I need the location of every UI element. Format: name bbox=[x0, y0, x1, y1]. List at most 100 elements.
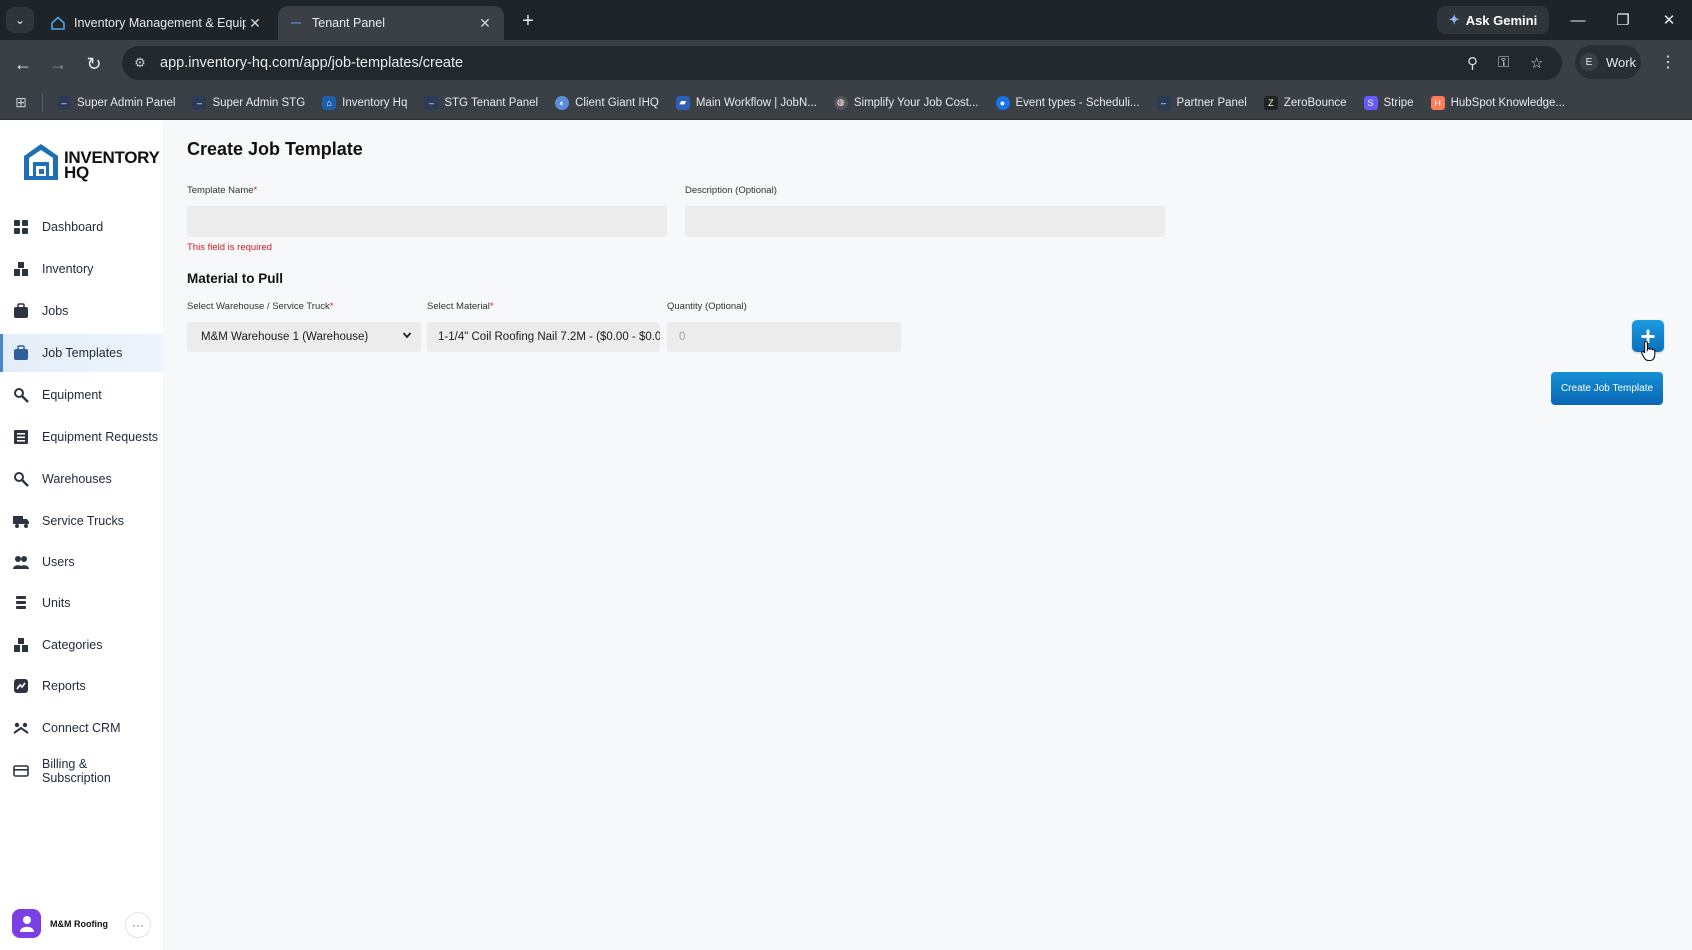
sidebar-item-label: Service Trucks bbox=[42, 514, 124, 528]
ask-gemini-label: Ask Gemini bbox=[1465, 12, 1538, 28]
bookmark-item[interactable]: ◍ Simplify Your Job Cost... bbox=[833, 95, 979, 110]
bookmark-item[interactable]: – Super Admin Panel bbox=[57, 95, 175, 110]
omnibox[interactable]: ⚙ app.inventory-hq.com/app/job-templates… bbox=[122, 46, 1562, 80]
sidebar-item-label: Equipment Requests bbox=[42, 430, 159, 444]
quantity-label: Quantity (Optional) bbox=[667, 301, 747, 312]
warehouse-select[interactable]: M&M Warehouse 1 (Warehouse) bbox=[187, 322, 421, 352]
bookmark-item[interactable]: H HubSpot Knowledge... bbox=[1430, 95, 1565, 110]
bookmark-item[interactable]: Z ZeroBounce bbox=[1263, 95, 1347, 110]
reload-icon[interactable]: ↻ bbox=[82, 52, 106, 76]
bookmarks-bar: ⊞ – Super Admin Panel – Super Admin STG ⌂ I… bbox=[0, 86, 1692, 120]
warehouse-select-label: Select Warehouse / Service Truck* bbox=[187, 301, 334, 312]
sidebar-item-billing[interactable]: Billing & Subscription bbox=[0, 751, 163, 791]
sidebar-item-units[interactable]: Units bbox=[0, 584, 163, 622]
sidebar-item-label: Job Templates bbox=[42, 346, 123, 360]
requests-icon bbox=[12, 428, 30, 446]
apps-grid-icon[interactable]: ⊞ bbox=[12, 94, 30, 112]
restore-icon[interactable]: ❐ bbox=[1611, 10, 1635, 30]
dash-icon bbox=[288, 15, 304, 31]
sidebar-item-inventory[interactable]: Inventory bbox=[0, 250, 163, 288]
browser-tab-inventory[interactable]: Inventory Management & Equipm ✕ bbox=[40, 6, 274, 40]
user-name: M&M Roofing bbox=[50, 918, 108, 929]
bookmark-item[interactable]: S Stripe bbox=[1363, 95, 1414, 110]
new-tab-button[interactable]: + bbox=[516, 10, 540, 32]
sidebar-item-label: Units bbox=[42, 596, 71, 610]
sidebar-item-reports[interactable]: Reports bbox=[0, 667, 163, 705]
sidebar-item-equipment[interactable]: Equipment bbox=[0, 376, 163, 414]
sidebar-item-dashboard[interactable]: Dashboard bbox=[0, 208, 163, 246]
close-icon[interactable]: ✕ bbox=[476, 14, 494, 32]
close-window-icon[interactable]: ✕ bbox=[1657, 10, 1681, 30]
bookmark-item[interactable]: ⌂ Inventory Hq bbox=[322, 95, 407, 110]
dashboard-icon bbox=[12, 218, 30, 236]
forward-icon[interactable]: → bbox=[46, 52, 70, 76]
template-name-input[interactable] bbox=[187, 206, 667, 237]
url-text[interactable]: app.inventory-hq.com/app/job-templates/c… bbox=[160, 55, 463, 71]
sidebar-item-categories[interactable]: Categories bbox=[0, 626, 163, 664]
categories-icon bbox=[12, 636, 30, 654]
sparkle-icon: ✦ bbox=[1448, 12, 1460, 27]
sidebar-item-job-templates[interactable]: Job Templates bbox=[0, 334, 163, 372]
warehouse-icon bbox=[12, 470, 30, 488]
globe-icon: ◍ bbox=[833, 95, 848, 110]
create-job-template-button[interactable]: Create Job Template bbox=[1551, 372, 1663, 405]
house-icon bbox=[50, 15, 66, 31]
warehouse-select-value: M&M Warehouse 1 (Warehouse) bbox=[201, 331, 369, 343]
sidebar-item-jobs[interactable]: Jobs bbox=[0, 292, 163, 330]
user-account[interactable]: M&M Roofing bbox=[12, 909, 108, 938]
bookmark-item[interactable]: ◐ Client Giant IHQ bbox=[555, 95, 659, 110]
zoom-icon[interactable]: ⚲ bbox=[1467, 54, 1478, 72]
bookmark-item[interactable]: – Partner Panel bbox=[1156, 95, 1247, 110]
browser-tab-tenant-panel[interactable]: Tenant Panel ✕ bbox=[278, 6, 504, 40]
site-info-icon[interactable]: ⚙ bbox=[126, 49, 154, 77]
bookmark-favicon: Z bbox=[1263, 95, 1278, 110]
star-icon[interactable]: ☆ bbox=[1530, 54, 1543, 72]
bookmark-favicon: – bbox=[192, 95, 207, 110]
bookmark-item[interactable]: – Super Admin STG bbox=[192, 95, 305, 110]
briefcase-icon bbox=[12, 302, 30, 320]
inventory-icon bbox=[12, 260, 30, 278]
bookmark-favicon: H bbox=[1430, 95, 1445, 110]
bookmark-item[interactable]: ▰ Main Workflow | JobN... bbox=[675, 95, 817, 110]
description-input[interactable] bbox=[685, 206, 1165, 237]
bookmark-item[interactable]: – STG Tenant Panel bbox=[424, 95, 538, 110]
sidebar-item-warehouses[interactable]: Warehouses bbox=[0, 460, 163, 498]
app-logo[interactable]: INVENTORY HQ bbox=[22, 142, 160, 187]
users-icon bbox=[12, 553, 30, 571]
quantity-input[interactable]: 0 bbox=[667, 322, 901, 352]
browser-menu-icon[interactable]: ⋮ bbox=[1660, 52, 1676, 72]
hand-cursor-icon bbox=[1640, 340, 1658, 362]
sidebar-item-service-trucks[interactable]: Service Trucks bbox=[0, 502, 163, 540]
sidebar-item-connect-crm[interactable]: Connect CRM bbox=[0, 709, 163, 747]
key-icon[interactable]: ⚿ bbox=[1498, 54, 1509, 71]
ask-gemini-button[interactable]: ✦ Ask Gemini bbox=[1437, 6, 1549, 34]
bookmark-item[interactable]: ● Event types - Scheduli... bbox=[995, 95, 1140, 110]
equipment-icon bbox=[12, 386, 30, 404]
template-name-error: This field is required bbox=[187, 242, 273, 253]
profile-avatar: E bbox=[1579, 53, 1598, 71]
briefcase-icon bbox=[12, 344, 30, 362]
crm-icon bbox=[12, 719, 30, 737]
sidebar-item-label: Jobs bbox=[42, 304, 69, 318]
bookmark-separator bbox=[42, 93, 43, 112]
avatar bbox=[12, 909, 41, 938]
profile-button[interactable]: E Work bbox=[1575, 45, 1641, 79]
back-icon[interactable]: ← bbox=[11, 52, 35, 76]
description-label: Description (Optional) bbox=[685, 185, 777, 196]
bookmark-favicon: ● bbox=[995, 95, 1010, 110]
profile-label: Work bbox=[1605, 54, 1637, 70]
warehouse-logo-icon bbox=[22, 142, 60, 187]
minimize-icon[interactable]: — bbox=[1566, 10, 1590, 30]
tab-list-button[interactable]: ⌄ bbox=[6, 7, 34, 33]
material-select[interactable]: 1-1/4" Coil Roofing Nail 7.2M - ($0.00 -… bbox=[427, 322, 660, 352]
browser-tab-bar: ⌄ Inventory Management & Equipm ✕ Tenant… bbox=[0, 0, 1692, 40]
more-options-button[interactable]: ··· bbox=[125, 912, 151, 938]
bookmark-favicon: – bbox=[57, 95, 71, 110]
bookmark-favicon: – bbox=[424, 95, 439, 110]
sidebar-item-users[interactable]: Users bbox=[0, 543, 163, 581]
tab-title: Inventory Management & Equipm bbox=[74, 16, 246, 30]
sidebar-item-equipment-requests[interactable]: Equipment Requests bbox=[0, 418, 163, 456]
sidebar-item-label: Inventory bbox=[42, 262, 94, 276]
close-icon[interactable]: ✕ bbox=[246, 14, 264, 32]
sidebar-item-label: Equipment bbox=[42, 388, 102, 402]
